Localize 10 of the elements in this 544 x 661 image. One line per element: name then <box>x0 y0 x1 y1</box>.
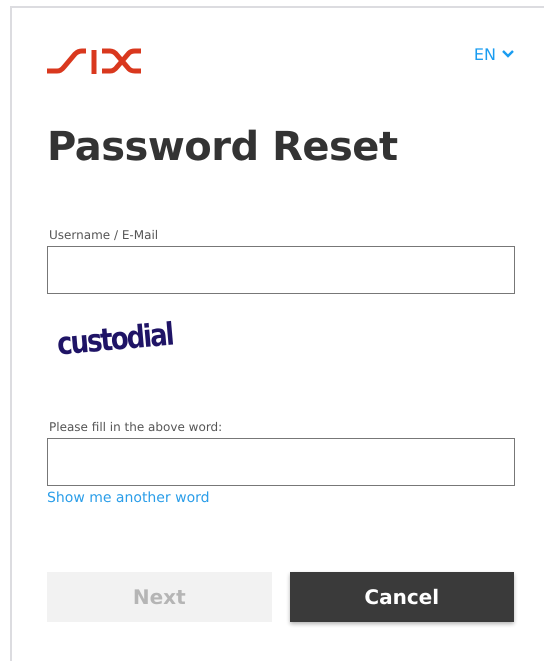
field-label: Username / E-Mail <box>49 228 160 242</box>
input-field[interactable] <box>47 438 515 486</box>
chevron-down-icon <box>502 50 514 58</box>
input-field[interactable] <box>47 246 515 294</box>
field-label: Please fill in the above word: <box>49 420 224 434</box>
cancel-button[interactable]: Cancel <box>290 572 514 622</box>
another-word-link[interactable]: Show me another word <box>47 490 210 506</box>
language-dropdown[interactable]: EN <box>474 44 514 64</box>
captcha-image: custodial <box>56 317 174 363</box>
page-title: Password Reset <box>47 124 399 170</box>
